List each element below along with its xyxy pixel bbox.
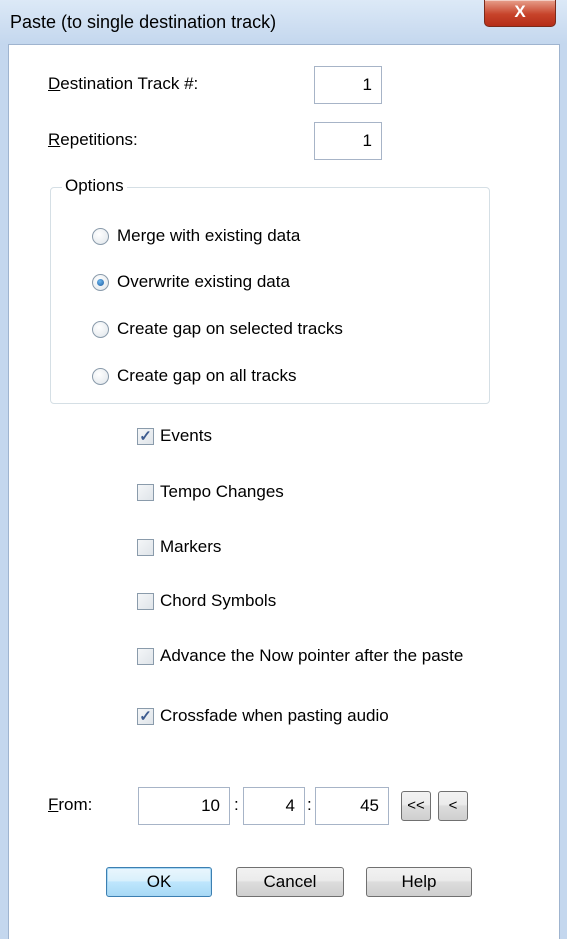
- chevron-left-icon: <: [448, 797, 458, 814]
- radio-gap-all[interactable]: Create gap on all tracks: [92, 366, 297, 386]
- radio-overwrite[interactable]: Overwrite existing data: [92, 272, 290, 292]
- checkbox-crossfade[interactable]: ✓ Crossfade when pasting audio: [137, 706, 389, 726]
- back-button[interactable]: <: [438, 791, 468, 821]
- radio-button[interactable]: [92, 227, 109, 245]
- from-beat-input[interactable]: 4: [243, 787, 305, 825]
- checkbox-box[interactable]: [137, 647, 154, 665]
- checkbox-markers[interactable]: Markers: [137, 537, 221, 557]
- paste-dialog: Paste (to single destination track) X De…: [0, 0, 567, 939]
- window-frame-left: [0, 44, 9, 939]
- from-bar-input[interactable]: 10: [138, 787, 230, 825]
- help-button[interactable]: Help: [366, 867, 472, 897]
- checkbox-chord-symbols[interactable]: Chord Symbols: [137, 591, 276, 611]
- close-icon: X: [514, 2, 526, 21]
- checkbox-box[interactable]: [137, 592, 154, 610]
- radio-label: Merge with existing data: [117, 226, 301, 245]
- checkbox-label: Chord Symbols: [160, 591, 277, 610]
- title-bar: Paste (to single destination track) X: [0, 0, 567, 45]
- destination-track-label: Destination Track #:: [48, 74, 199, 93]
- from-separator: :: [307, 795, 312, 814]
- checkbox-label: Markers: [160, 537, 222, 556]
- checkbox-advance-now-pointer[interactable]: Advance the Now pointer after the paste: [137, 646, 463, 666]
- window-title: Paste (to single destination track): [10, 12, 277, 32]
- check-mark-icon[interactable]: ✓: [137, 707, 154, 725]
- radio-label: Create gap on all tracks: [117, 366, 297, 385]
- from-separator: :: [234, 795, 239, 814]
- repetitions-label: Repetitions:: [48, 130, 138, 149]
- radio-button[interactable]: [92, 320, 109, 338]
- close-button[interactable]: X: [484, 0, 556, 27]
- checkbox-label: Crossfade when pasting audio: [160, 706, 389, 725]
- rewind-button[interactable]: <<: [401, 791, 431, 821]
- radio-label: Create gap on selected tracks: [117, 319, 343, 338]
- radio-button[interactable]: [92, 367, 109, 385]
- checkbox-events[interactable]: ✓ Events: [137, 426, 212, 446]
- checkbox-box[interactable]: [137, 483, 154, 501]
- options-group-label: Options: [62, 176, 127, 196]
- checkbox-label: Advance the Now pointer after the paste: [160, 646, 464, 665]
- cancel-button[interactable]: Cancel: [236, 867, 344, 897]
- checkbox-label: Tempo Changes: [160, 482, 284, 501]
- checkbox-box[interactable]: [137, 538, 154, 556]
- repetitions-input[interactable]: 1: [314, 122, 382, 160]
- checkbox-tempo-changes[interactable]: Tempo Changes: [137, 482, 284, 502]
- destination-track-input[interactable]: 1: [314, 66, 382, 104]
- ok-button[interactable]: OK: [106, 867, 212, 897]
- radio-merge[interactable]: Merge with existing data: [92, 226, 300, 246]
- check-mark-icon[interactable]: ✓: [137, 427, 154, 445]
- from-label: From:: [48, 795, 93, 814]
- radio-gap-selected[interactable]: Create gap on selected tracks: [92, 319, 343, 339]
- double-chevron-left-icon: <<: [407, 797, 425, 814]
- window-frame-right: [559, 44, 567, 939]
- checkbox-label: Events: [160, 426, 212, 445]
- radio-button-selected[interactable]: [92, 273, 109, 291]
- from-tick-input[interactable]: 45: [315, 787, 389, 825]
- radio-label: Overwrite existing data: [117, 272, 290, 291]
